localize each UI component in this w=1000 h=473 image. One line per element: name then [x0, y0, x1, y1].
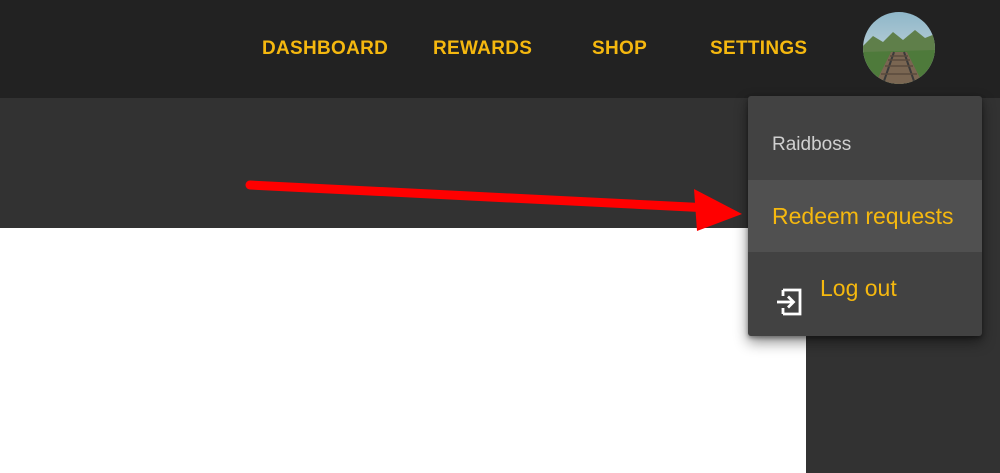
- nav-rewards[interactable]: REWARDS: [433, 36, 532, 62]
- top-navigation-bar: DASHBOARD REWARDS SHOP SETTINGS: [0, 0, 1000, 98]
- user-avatar[interactable]: [863, 12, 935, 84]
- nav-settings[interactable]: SETTINGS: [710, 36, 807, 62]
- main-content-area: [0, 228, 806, 473]
- menu-username: Raidboss: [772, 134, 852, 155]
- user-dropdown-menu: Raidboss Redeem requests Log out: [748, 96, 982, 336]
- nav-dashboard[interactable]: DASHBOARD: [262, 36, 388, 62]
- menu-item-redeem-requests[interactable]: Redeem requests: [748, 180, 982, 252]
- menu-item-label: Log out: [820, 275, 897, 301]
- menu-item-log-out[interactable]: Log out: [748, 252, 982, 324]
- avatar-image: [863, 12, 935, 84]
- menu-item-label: Redeem requests: [772, 203, 954, 229]
- logout-icon: [774, 273, 804, 316]
- nav-shop[interactable]: SHOP: [592, 36, 647, 62]
